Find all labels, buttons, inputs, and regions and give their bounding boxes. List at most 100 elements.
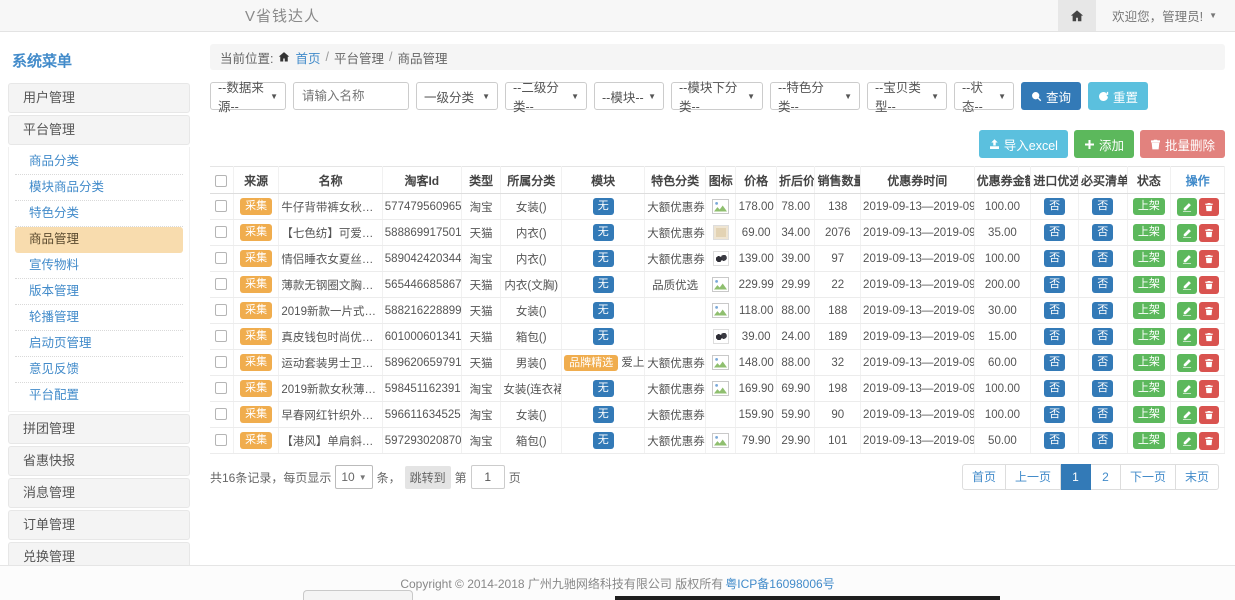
per-page-select[interactable]: 10 ▼ (335, 465, 372, 489)
row-checkbox[interactable] (215, 408, 227, 420)
sidebar-subitem-1[interactable]: 模块商品分类 (15, 175, 183, 201)
edit-button[interactable] (1177, 198, 1197, 216)
add-button[interactable]: 添加 (1074, 130, 1134, 158)
must-buy-badge[interactable]: 否 (1092, 224, 1113, 240)
sidebar-subitem-7[interactable]: 启动页管理 (15, 331, 183, 357)
level2-select[interactable]: --二级分类--▼ (505, 82, 587, 110)
data-source-select[interactable]: --数据来源--▼ (210, 82, 286, 110)
search-button[interactable]: 查询 (1021, 82, 1081, 110)
row-checkbox[interactable] (215, 304, 227, 316)
sidebar-item-0[interactable]: 用户管理 (8, 83, 190, 113)
import-select-badge[interactable]: 否 (1044, 432, 1065, 448)
edit-button[interactable] (1177, 328, 1197, 346)
row-checkbox[interactable] (215, 278, 227, 290)
must-buy-badge[interactable]: 否 (1092, 354, 1113, 370)
import-select-badge[interactable]: 否 (1044, 250, 1065, 266)
must-buy-badge[interactable]: 否 (1092, 432, 1113, 448)
edit-button[interactable] (1177, 224, 1197, 242)
jump-to-button[interactable]: 跳转到 (405, 466, 451, 489)
page-number-input[interactable] (471, 465, 505, 489)
sidebar-item-4[interactable]: 消息管理 (8, 478, 190, 508)
sidebar-subitem-0[interactable]: 商品分类 (15, 149, 183, 175)
delete-button[interactable] (1199, 198, 1219, 216)
import-select-badge[interactable]: 否 (1044, 224, 1065, 240)
sidebar-subitem-5[interactable]: 版本管理 (15, 279, 183, 305)
page-button-3[interactable]: 2 (1091, 464, 1121, 490)
row-checkbox[interactable] (215, 356, 227, 368)
status-badge[interactable]: 上架 (1133, 328, 1165, 344)
status-badge[interactable]: 上架 (1133, 354, 1165, 370)
row-checkbox[interactable] (215, 226, 227, 238)
must-buy-badge[interactable]: 否 (1092, 250, 1113, 266)
name-input-field[interactable] (293, 82, 409, 110)
import-select-badge[interactable]: 否 (1044, 198, 1065, 214)
must-buy-badge[interactable]: 否 (1092, 328, 1113, 344)
status-badge[interactable]: 上架 (1133, 380, 1165, 396)
sidebar-item-5[interactable]: 订单管理 (8, 510, 190, 540)
level1-select[interactable]: 一级分类▼ (416, 82, 498, 110)
sidebar-subitem-3[interactable]: 商品管理 (15, 227, 183, 253)
must-buy-badge[interactable]: 否 (1092, 302, 1113, 318)
delete-button[interactable] (1199, 406, 1219, 424)
sidebar-subitem-8[interactable]: 意见反馈 (15, 357, 183, 383)
status-select[interactable]: --状态--▼ (954, 82, 1014, 110)
delete-button[interactable] (1199, 380, 1219, 398)
import-select-badge[interactable]: 否 (1044, 276, 1065, 292)
row-checkbox[interactable] (215, 200, 227, 212)
item-type-select[interactable]: --宝贝类型--▼ (867, 82, 947, 110)
row-checkbox[interactable] (215, 434, 227, 446)
status-badge[interactable]: 上架 (1133, 224, 1165, 240)
row-checkbox[interactable] (215, 252, 227, 264)
row-checkbox[interactable] (215, 330, 227, 342)
sidebar-subitem-6[interactable]: 轮播管理 (15, 305, 183, 331)
feature-select[interactable]: --特色分类--▼ (770, 82, 860, 110)
select-all-checkbox[interactable] (215, 175, 227, 187)
status-badge[interactable]: 上架 (1133, 276, 1165, 292)
status-badge[interactable]: 上架 (1133, 250, 1165, 266)
breadcrumb-home-link[interactable]: 首页 (295, 48, 320, 67)
import-excel-button[interactable]: 导入excel (979, 130, 1068, 158)
module-select[interactable]: --模块--▼ (594, 82, 664, 110)
page-button-1[interactable]: 上一页 (1006, 464, 1061, 490)
page-button-2[interactable]: 1 (1061, 464, 1091, 490)
edit-button[interactable] (1177, 302, 1197, 320)
sidebar-item-2[interactable]: 拼团管理 (8, 414, 190, 444)
import-select-badge[interactable]: 否 (1044, 354, 1065, 370)
sidebar-subitem-2[interactable]: 特色分类 (15, 201, 183, 227)
must-buy-badge[interactable]: 否 (1092, 198, 1113, 214)
sidebar-subitem-4[interactable]: 宣传物料 (15, 253, 183, 279)
page-button-5[interactable]: 末页 (1176, 464, 1219, 490)
status-badge[interactable]: 上架 (1133, 198, 1165, 214)
delete-button[interactable] (1199, 224, 1219, 242)
status-badge[interactable]: 上架 (1133, 432, 1165, 448)
row-checkbox[interactable] (215, 382, 227, 394)
batch-delete-button[interactable]: 批量删除 (1140, 130, 1225, 158)
home-button[interactable] (1058, 0, 1096, 31)
must-buy-badge[interactable]: 否 (1092, 380, 1113, 396)
must-buy-badge[interactable]: 否 (1092, 276, 1113, 292)
must-buy-badge[interactable]: 否 (1092, 406, 1113, 422)
import-select-badge[interactable]: 否 (1044, 380, 1065, 396)
edit-button[interactable] (1177, 354, 1197, 372)
import-select-badge[interactable]: 否 (1044, 302, 1065, 318)
module-sub-select[interactable]: --模块下分类--▼ (671, 82, 763, 110)
delete-button[interactable] (1199, 302, 1219, 320)
icp-link[interactable]: 粤ICP备16098006号 (725, 575, 834, 592)
delete-button[interactable] (1199, 432, 1219, 450)
edit-button[interactable] (1177, 380, 1197, 398)
status-badge[interactable]: 上架 (1133, 406, 1165, 422)
edit-button[interactable] (1177, 276, 1197, 294)
delete-button[interactable] (1199, 354, 1219, 372)
edit-button[interactable] (1177, 406, 1197, 424)
page-button-4[interactable]: 下一页 (1121, 464, 1176, 490)
status-badge[interactable]: 上架 (1133, 302, 1165, 318)
page-button-0[interactable]: 首页 (962, 464, 1006, 490)
edit-button[interactable] (1177, 250, 1197, 268)
delete-button[interactable] (1199, 328, 1219, 346)
import-select-badge[interactable]: 否 (1044, 406, 1065, 422)
sidebar-item-3[interactable]: 省惠快报 (8, 446, 190, 476)
delete-button[interactable] (1199, 276, 1219, 294)
sidebar-subitem-9[interactable]: 平台配置 (15, 383, 183, 409)
edit-button[interactable] (1177, 432, 1197, 450)
import-select-badge[interactable]: 否 (1044, 328, 1065, 344)
